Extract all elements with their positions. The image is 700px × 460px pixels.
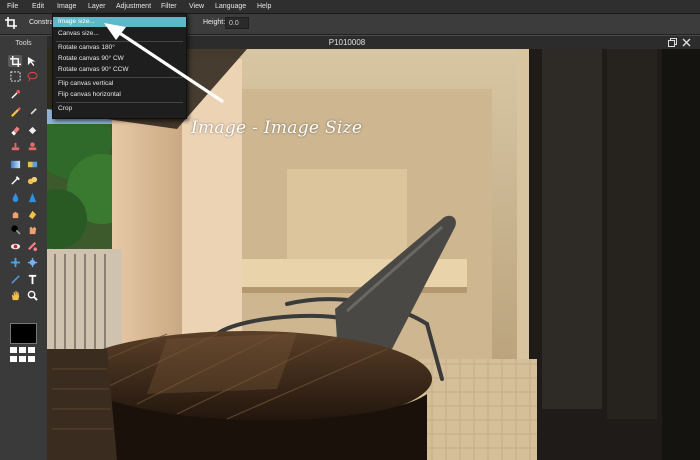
annotation-text: Image - Image Size	[191, 118, 363, 138]
annotation-arrow	[104, 23, 224, 103]
